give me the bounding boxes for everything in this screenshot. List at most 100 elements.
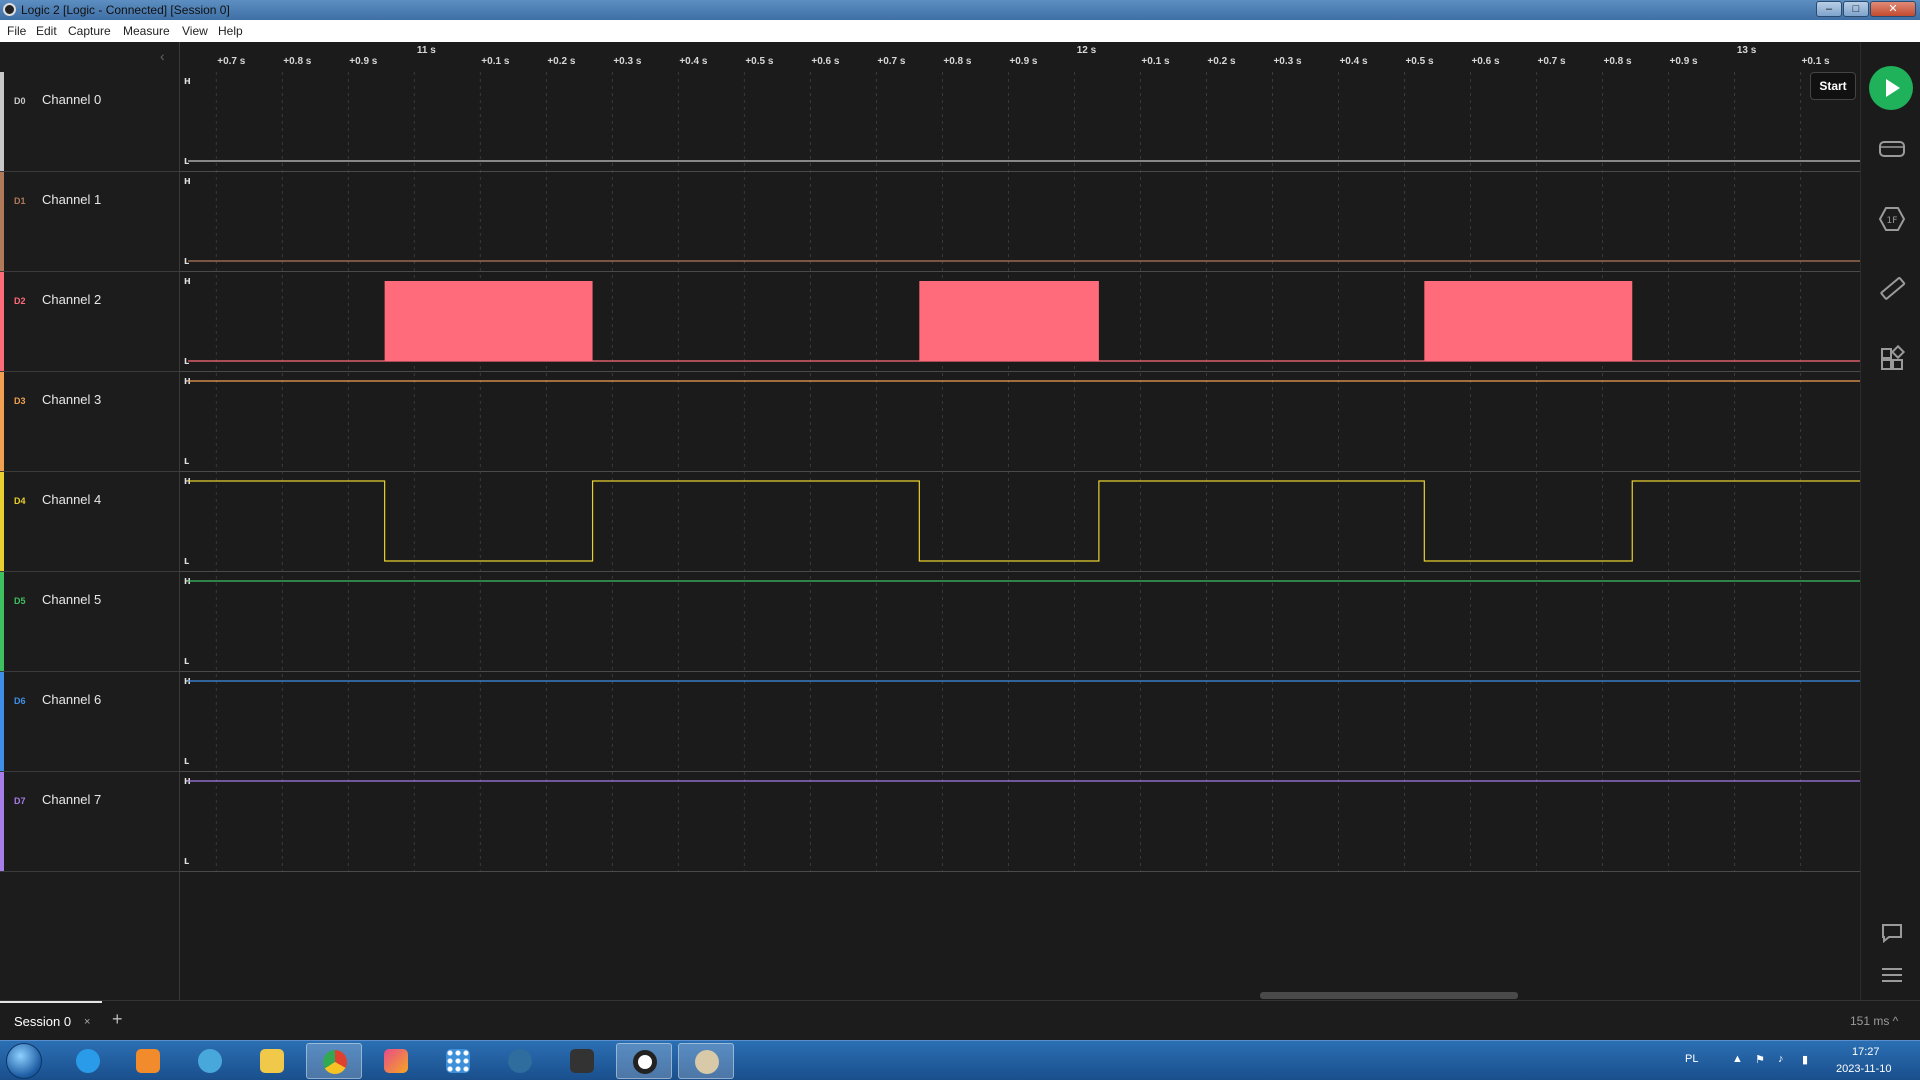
taskbar-video-editor[interactable]: [554, 1043, 610, 1079]
clock-date[interactable]: 2023-11-10: [1836, 1063, 1891, 1075]
clock-time[interactable]: 17:27: [1852, 1046, 1880, 1058]
hamburger-menu-icon[interactable]: [1877, 960, 1907, 990]
channel-name[interactable]: Channel 4: [42, 492, 101, 507]
taskbar-media-player[interactable]: [120, 1043, 176, 1079]
chat-feedback-icon[interactable]: [1877, 918, 1907, 948]
close-button[interactable]: ✕: [1870, 1, 1916, 17]
low-level-label: L: [184, 457, 189, 466]
menu-capture[interactable]: Capture: [68, 24, 111, 38]
ruler-major-label: 12 s: [1076, 45, 1097, 56]
chrome-icon: [323, 1050, 347, 1074]
ruler-tick-label: +0.6 s: [811, 56, 840, 67]
channel-row-d4[interactable]: D4 Channel 4: [0, 472, 180, 572]
channel-name[interactable]: Channel 1: [42, 192, 101, 207]
high-level-label: H: [184, 277, 191, 286]
ruler-tick-label: +0.5 s: [1405, 56, 1434, 67]
channel-tag: D1: [14, 196, 26, 206]
windows-taskbar: PL ▲ ⚑ ♪ ▮ 17:27 2023-11-10: [0, 1040, 1920, 1080]
right-toolbar: 1F: [1860, 42, 1920, 1000]
taskbar-chrome[interactable]: [306, 1043, 362, 1079]
channel-row-d5[interactable]: D5 Channel 5: [0, 572, 180, 672]
channel-tag: D3: [14, 396, 26, 406]
globe-icon: [198, 1049, 222, 1073]
taskbar-file-explorer[interactable]: [244, 1043, 300, 1079]
high-level-label: H: [184, 177, 191, 186]
ruler-tick-label: +0.2 s: [1207, 56, 1236, 67]
channel-tag: D2: [14, 296, 26, 306]
timeline-scrollbar[interactable]: [180, 990, 1860, 1000]
internet-explorer-icon: [76, 1049, 100, 1073]
ruler-tick-label: +0.5 s: [745, 56, 774, 67]
channel-row-d1[interactable]: D1 Channel 1: [0, 172, 180, 272]
device-settings-icon[interactable]: [1877, 134, 1907, 164]
start-capture-button[interactable]: [1869, 66, 1913, 110]
taskbar-globe-app[interactable]: [182, 1043, 238, 1079]
signal-activity-burst: [919, 281, 1099, 361]
extensions-icon[interactable]: [1877, 344, 1907, 374]
menu-bar: File Edit Capture Measure View Help: [0, 20, 1920, 42]
channel-color-strip: [0, 672, 4, 771]
ruler-tick-label: +0.4 s: [679, 56, 708, 67]
menu-measure[interactable]: Measure: [123, 24, 170, 38]
channel-name[interactable]: Channel 2: [42, 292, 101, 307]
taskbar-mu-editor[interactable]: [492, 1043, 548, 1079]
taskbar-internet-explorer[interactable]: [60, 1043, 116, 1079]
tray-expand-icon[interactable]: ▲: [1732, 1053, 1743, 1065]
network-signal-icon[interactable]: ▮: [1802, 1053, 1808, 1066]
svg-text:1F: 1F: [1887, 216, 1898, 226]
channel-row-d7[interactable]: D7 Channel 7: [0, 772, 180, 872]
analyzers-icon[interactable]: 1F: [1877, 204, 1907, 234]
channel-row-d6[interactable]: D6 Channel 6: [0, 672, 180, 772]
low-level-label: L: [184, 757, 189, 766]
windows-start-orb[interactable]: [6, 1043, 42, 1079]
taskbar-dots-app[interactable]: [430, 1043, 486, 1079]
language-indicator[interactable]: PL: [1685, 1053, 1698, 1065]
taskbar-logic2[interactable]: [616, 1043, 672, 1079]
menu-view[interactable]: View: [182, 24, 208, 38]
menu-file[interactable]: File: [7, 24, 26, 38]
minimize-button[interactable]: –: [1816, 1, 1842, 17]
ruler-tick-label: +0.2 s: [547, 56, 576, 67]
channel-name[interactable]: Channel 0: [42, 92, 101, 107]
taskbar-paint-app[interactable]: [368, 1043, 424, 1079]
channel-row-d2[interactable]: D2 Channel 2: [0, 272, 180, 372]
paint-icon: [384, 1049, 408, 1073]
session-bar: Session 0 × + 151 ms ^: [0, 1000, 1920, 1040]
channel-panel: ‹ D0 Channel 0 D1 Channel 1 D2 Channel 2 D3 Cha…: [0, 42, 180, 1000]
maximize-button[interactable]: □: [1843, 1, 1869, 17]
waveform-area[interactable]: HLHLHLHLHLHLHLHL: [180, 72, 1860, 990]
logic-app-icon: [633, 1050, 657, 1074]
collapse-panel-icon[interactable]: ‹: [160, 48, 165, 64]
channel-name[interactable]: Channel 6: [42, 692, 101, 707]
ruler-tick-label: +0.8 s: [283, 56, 312, 67]
ruler-major-label: 11 s: [416, 45, 436, 56]
measurements-ruler-icon[interactable]: [1877, 274, 1907, 304]
channel-row-d3[interactable]: D3 Channel 3: [0, 372, 180, 472]
channel-color-strip: [0, 72, 4, 171]
menu-edit[interactable]: Edit: [36, 24, 57, 38]
ruler-tick-label: +0.1 s: [1801, 56, 1830, 67]
low-level-label: L: [184, 657, 189, 666]
ruler-tick-label: +0.9 s: [1009, 56, 1038, 67]
dots-app-icon: [446, 1049, 470, 1073]
taskbar-paint-palette[interactable]: [678, 1043, 734, 1079]
channel-row-d0[interactable]: D0 Channel 0: [0, 72, 180, 172]
channel-name[interactable]: Channel 3: [42, 392, 101, 407]
channel-tag: D6: [14, 696, 26, 706]
ruler-tick-label: +0.7 s: [877, 56, 906, 67]
volume-icon[interactable]: ♪: [1778, 1053, 1784, 1065]
time-ruler[interactable]: +0.7 s +0.8 s +0.9 s +0.1 s +0.2 s +0.3 s +0.4…: [180, 42, 1860, 72]
session-close-icon[interactable]: ×: [84, 1016, 90, 1028]
menu-help[interactable]: Help: [218, 24, 243, 38]
action-center-flag-icon[interactable]: ⚑: [1755, 1053, 1765, 1066]
session-tab[interactable]: Session 0 ×: [0, 1001, 102, 1041]
ruler-tick-label: +0.7 s: [1537, 56, 1566, 67]
ruler-tick-label: +0.1 s: [481, 56, 510, 67]
media-player-icon: [136, 1049, 160, 1073]
channel-name[interactable]: Channel 5: [42, 592, 101, 607]
app-icon: [3, 3, 16, 16]
add-session-button[interactable]: +: [112, 1009, 123, 1030]
timeline-scrollbar-thumb[interactable]: [1260, 992, 1518, 999]
folder-icon: [260, 1049, 284, 1073]
channel-name[interactable]: Channel 7: [42, 792, 101, 807]
